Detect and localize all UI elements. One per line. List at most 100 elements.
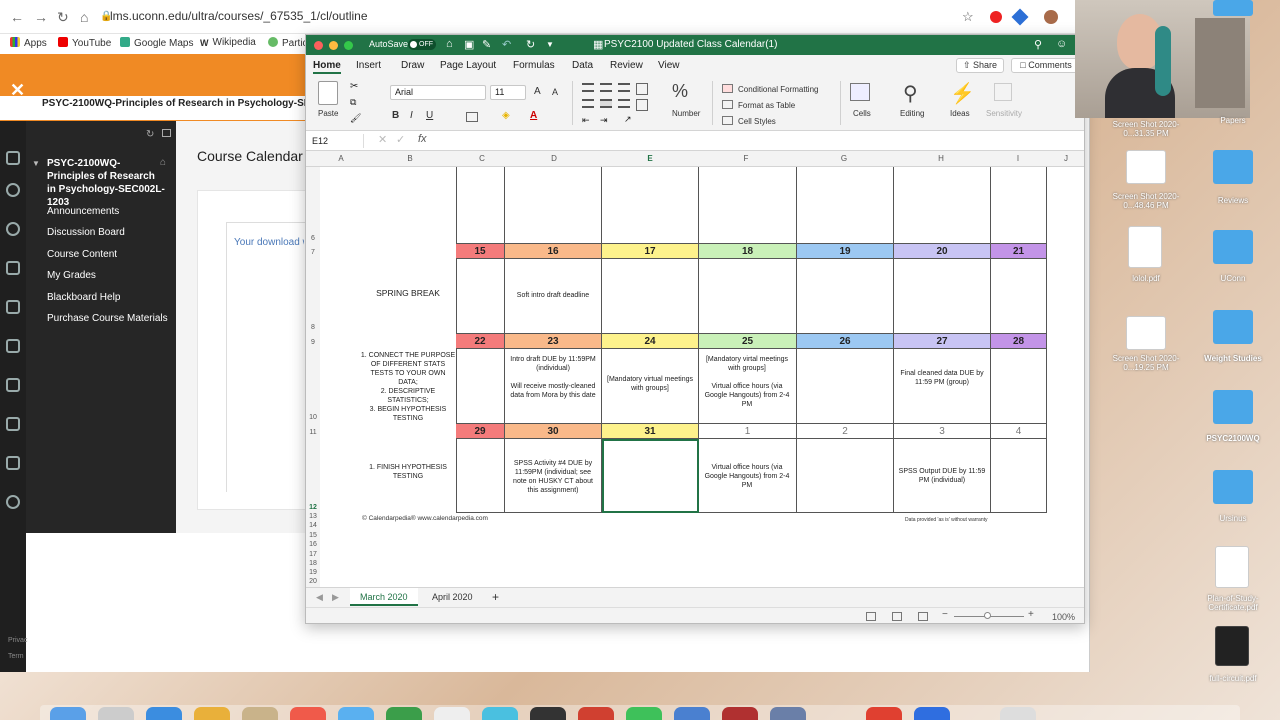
tab-review[interactable]: Review (610, 60, 643, 71)
col-header[interactable]: I (990, 154, 1046, 163)
add-sheet-button[interactable]: + (492, 590, 499, 604)
close-window-icon[interactable] (314, 41, 323, 50)
redo-icon[interactable]: ↻ (526, 38, 535, 51)
row-header[interactable]: 20 (306, 578, 320, 585)
bookmark-partic[interactable]: Partic (268, 37, 308, 49)
underline-button[interactable]: U (426, 110, 433, 121)
copy-icon[interactable]: ⧉ (350, 97, 356, 108)
sign-out-icon[interactable] (6, 495, 20, 509)
desktop-file-label[interactable]: Screen Shot 2020-0...19.25 PM (1106, 354, 1186, 372)
courses-icon[interactable] (6, 261, 20, 275)
folder-icon[interactable] (1213, 310, 1253, 344)
page-layout-view-icon[interactable] (892, 612, 902, 621)
col-header[interactable]: A (320, 154, 362, 163)
menu-blackboard-help[interactable]: Blackboard Help (47, 292, 120, 303)
day-cell[interactable]: 23 (505, 333, 602, 349)
tab-page-layout[interactable]: Page Layout (440, 60, 496, 71)
day-cell[interactable]: 28 (991, 333, 1047, 349)
row-header[interactable]: 9 (306, 339, 320, 346)
folder-icon[interactable] (1213, 230, 1253, 264)
row-header[interactable]: 15 (306, 532, 320, 539)
prev-sheet-icon[interactable]: ◀ (316, 592, 323, 603)
tab-data[interactable]: Data (572, 60, 593, 71)
day-cell[interactable]: 2 (797, 423, 894, 439)
desktop-file-label[interactable]: lolol.pdf (1106, 274, 1186, 283)
star-icon[interactable]: ☆ (962, 9, 974, 25)
col-header[interactable]: J (1046, 154, 1084, 163)
tools-icon[interactable] (6, 456, 20, 470)
menu-discussion-board[interactable]: Discussion Board (47, 227, 125, 238)
day-note[interactable]: [Mandatory virtal meetings with groups] … (702, 355, 792, 409)
zoom-out-icon[interactable]: − (942, 609, 948, 620)
orientation-icon[interactable]: ↗ (624, 114, 632, 125)
forward-icon[interactable]: → (34, 9, 48, 25)
comments-button[interactable]: □ Comments (1011, 58, 1081, 73)
row-header[interactable]: 18 (306, 560, 320, 567)
conditional-formatting-icon[interactable] (722, 84, 733, 93)
day-cell[interactable]: 20 (894, 243, 991, 259)
desktop-folder-label[interactable]: Papers (1193, 116, 1273, 125)
chrome-icon[interactable] (770, 707, 806, 720)
day-cell[interactable]: 1 (699, 423, 797, 439)
zoom-in-icon[interactable]: + (1028, 609, 1034, 620)
borders-icon[interactable] (466, 112, 478, 122)
folder-icon[interactable] (162, 129, 171, 137)
menu-course-content[interactable]: Course Content (47, 249, 117, 260)
normal-view-icon[interactable] (866, 612, 876, 621)
row-header[interactable]: 11 (306, 429, 320, 436)
day-note[interactable]: Intro draft DUE by 11:59PM (individual) … (508, 355, 598, 400)
row-header[interactable]: 10 (306, 414, 320, 421)
row-header[interactable]: 16 (306, 541, 320, 548)
pdf-file-icon[interactable] (1215, 626, 1249, 666)
day-cell[interactable]: 21 (991, 243, 1047, 259)
menu-announcements[interactable]: Announcements (47, 206, 119, 217)
screenshot-file-icon[interactable] (1126, 316, 1166, 350)
indent-icon[interactable]: ⇤ (582, 115, 590, 126)
col-header[interactable]: D (506, 154, 602, 163)
align-center-icon[interactable] (600, 99, 612, 108)
desktop-file-label[interactable]: Screen Shot 2020-0...31.35 PM (1106, 120, 1186, 138)
row-header[interactable]: 6 (306, 235, 320, 242)
bookmark-apps[interactable]: Apps (10, 37, 47, 49)
share-button[interactable]: ⇧ Share (956, 58, 1004, 73)
tab-draw[interactable]: Draw (401, 60, 424, 71)
desktop-folder-label[interactable]: Weight Studies (1193, 354, 1273, 363)
desktop-file-label[interactable]: full-circuit.pdf (1193, 674, 1273, 683)
privacy-link[interactable]: Privac (8, 637, 27, 644)
desktop-file-label[interactable]: Plan-of-Study-Certificate.pdf (1193, 594, 1273, 612)
home-icon[interactable]: ⌂ (160, 157, 166, 168)
autosave-toggle[interactable]: OFF (408, 39, 436, 50)
day-note[interactable]: Soft intro draft deadline (508, 291, 598, 300)
day-cell[interactable]: 26 (797, 333, 894, 349)
tab-view[interactable]: View (658, 60, 680, 71)
col-header[interactable]: E (602, 154, 698, 163)
col-header[interactable]: G (796, 154, 892, 163)
page-break-view-icon[interactable] (918, 612, 928, 621)
wrap-text-icon[interactable] (636, 83, 648, 95)
notes-icon[interactable] (434, 707, 470, 720)
avatar[interactable] (1044, 10, 1058, 24)
paste-icon[interactable] (318, 81, 338, 105)
pinterest-icon[interactable] (990, 11, 1002, 23)
desktop-folder-label[interactable]: PSYC2100WQ (1193, 434, 1273, 443)
row-header[interactable]: 13 (306, 513, 320, 520)
messages-app-icon[interactable] (626, 707, 662, 720)
function-icon[interactable]: fx (418, 133, 427, 145)
calendar-icon[interactable] (6, 339, 20, 353)
ideas-icon[interactable]: ⚡ (950, 81, 975, 106)
day-note[interactable]: Final cleaned data DUE by 11:59 PM (grou… (897, 369, 987, 387)
col-header[interactable]: B (362, 154, 458, 163)
font-size-select[interactable]: 11 (490, 85, 526, 100)
menu-purchase-course-materials[interactable]: Purchase Course Materials (47, 313, 168, 324)
folder-icon[interactable] (1213, 390, 1253, 424)
day-cell[interactable]: 15 (456, 243, 505, 259)
profile-icon[interactable] (6, 183, 20, 197)
row-header[interactable]: 7 (306, 249, 320, 256)
align-bottom-icon[interactable] (618, 83, 630, 92)
zoom-handle[interactable] (984, 612, 991, 619)
excel-app-icon[interactable] (386, 707, 422, 720)
search-icon[interactable]: ⚲ (1034, 38, 1042, 51)
format-painter-icon[interactable]: 🖌 (350, 113, 361, 124)
sheet-tab-march[interactable]: March 2020 (350, 588, 418, 606)
row-header[interactable]: 19 (306, 569, 320, 576)
